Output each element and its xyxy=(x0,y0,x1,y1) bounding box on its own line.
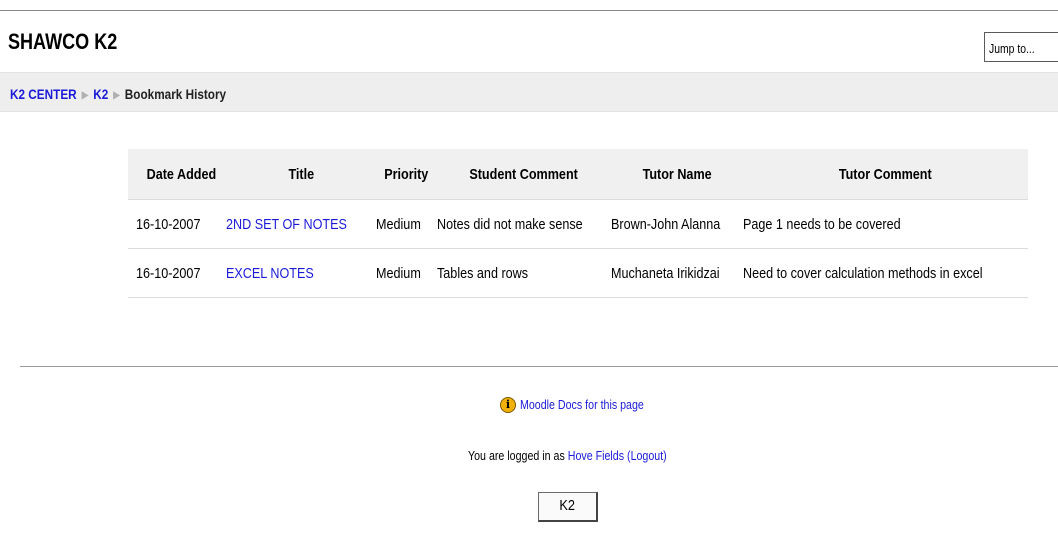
table-header-row: Date Added Title Priority Student Commen… xyxy=(128,149,1029,200)
column-header-date-added[interactable]: Date Added xyxy=(128,149,226,200)
cell-title: EXCEL NOTES xyxy=(226,248,376,298)
user-profile-link[interactable]: Hove Fields xyxy=(568,448,624,463)
breadcrumb-arrow-icon: ▶ xyxy=(113,90,120,101)
breadcrumb-link-k2-center[interactable]: K2 CENTER xyxy=(10,86,77,102)
cell-tutor-name: Brown-John Alanna xyxy=(611,199,743,249)
home-button[interactable]: K2 xyxy=(538,492,598,522)
login-prefix: You are logged in as xyxy=(468,448,568,463)
column-header-student-comment[interactable]: Student Comment xyxy=(437,149,611,200)
cell-date-added: 16-10-2007 xyxy=(128,199,226,249)
cell-title: 2ND SET OF NOTES xyxy=(226,199,376,249)
table-row: 16-10-2007 2ND SET OF NOTES Medium Notes… xyxy=(128,199,1029,249)
column-header-tutor-comment[interactable]: Tutor Comment xyxy=(743,149,1029,200)
cell-priority: Medium xyxy=(376,248,437,298)
home-button-label: K2 xyxy=(559,497,576,514)
breadcrumb-current: Bookmark History xyxy=(124,86,227,102)
navbar: K2 CENTER ▶ K2 ▶ Bookmark History xyxy=(0,72,1058,112)
moodle-docs-link[interactable]: Moodle Docs for this page xyxy=(520,397,644,412)
jump-to-select[interactable]: Jump to... xyxy=(984,32,1058,62)
logout-link[interactable]: (Logout) xyxy=(627,448,667,463)
column-header-title[interactable]: Title xyxy=(226,149,376,200)
login-info: You are logged in as Hove Fields (Logout… xyxy=(468,448,667,463)
cell-tutor-name: Muchaneta Irikidzai xyxy=(611,248,743,298)
bookmark-history-table: Date Added Title Priority Student Commen… xyxy=(128,149,1029,298)
breadcrumb-link-k2[interactable]: K2 xyxy=(93,86,108,102)
top-divider xyxy=(0,10,1058,11)
site-title: SHAWCO K2 xyxy=(8,29,118,54)
breadcrumb-arrow-icon: ▶ xyxy=(81,90,89,101)
cell-student-comment: Notes did not make sense xyxy=(437,199,611,249)
table-row: 16-10-2007 EXCEL NOTES Medium Tables and… xyxy=(128,248,1029,298)
cell-student-comment: Tables and rows xyxy=(437,248,611,298)
moodle-docs: i Moodle Docs for this page xyxy=(500,396,671,413)
cell-tutor-comment: Need to cover calculation methods in exc… xyxy=(743,248,1029,298)
breadcrumb: K2 CENTER ▶ K2 ▶ Bookmark History xyxy=(10,86,226,102)
bookmark-title-link[interactable]: EXCEL NOTES xyxy=(226,265,314,282)
jump-to-label: Jump to... xyxy=(989,41,1035,56)
bookmark-title-link[interactable]: 2ND SET OF NOTES xyxy=(226,216,347,233)
footer-divider xyxy=(20,366,1058,367)
column-header-priority[interactable]: Priority xyxy=(376,149,437,200)
cell-tutor-comment: Page 1 needs to be covered xyxy=(743,199,1029,249)
cell-date-added: 16-10-2007 xyxy=(128,248,226,298)
cell-priority: Medium xyxy=(376,199,437,249)
info-icon: i xyxy=(500,396,516,413)
column-header-tutor-name[interactable]: Tutor Name xyxy=(611,149,743,200)
